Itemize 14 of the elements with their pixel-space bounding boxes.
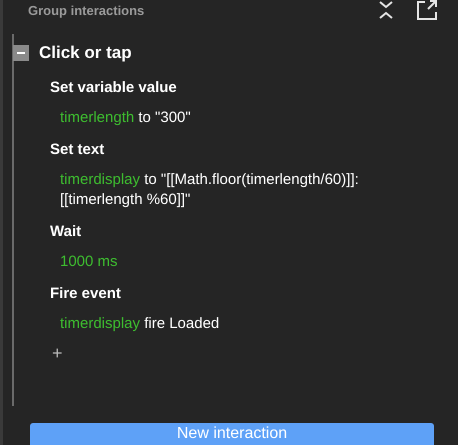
action-title: Set text	[50, 140, 106, 160]
action-description: timerdisplay fire Loaded	[59, 314, 220, 334]
action-description: timerlength to "300"	[59, 108, 192, 128]
action-description: 1000 ms	[59, 252, 119, 272]
collapse-toggle[interactable]	[13, 44, 29, 61]
add-action-button[interactable]: +	[50, 344, 65, 362]
interaction-name: Click or tap	[39, 42, 132, 64]
action-title: Wait	[50, 222, 82, 242]
action-title: Set variable value	[50, 78, 178, 98]
action-title: Fire event	[50, 284, 122, 304]
action-description: timerdisplay to "[[Math.floor(timerlength/60)]]:[[timerlength %60]]"	[59, 170, 360, 210]
external-link-icon[interactable]	[416, 0, 438, 20]
panel-title: Group interactions	[28, 4, 144, 16]
collapse-icon[interactable]	[378, 0, 394, 20]
